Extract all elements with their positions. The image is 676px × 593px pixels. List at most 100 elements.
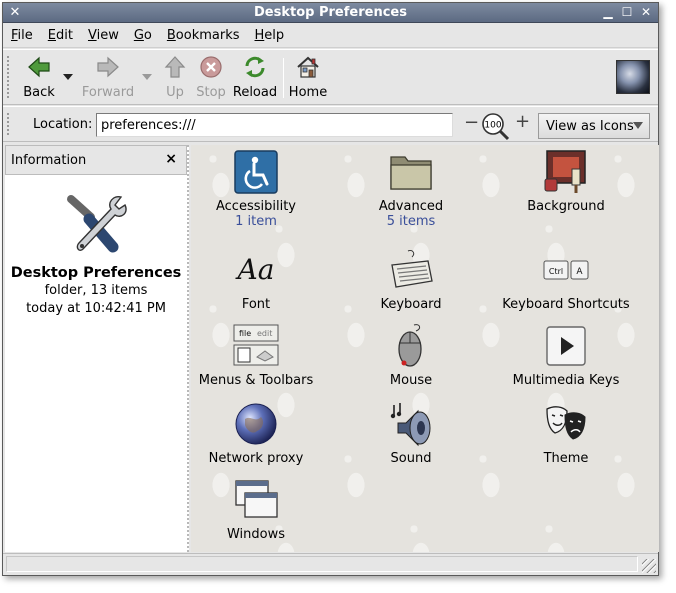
folder-item-count: folder, 13 items <box>44 283 148 298</box>
home-icon <box>297 56 319 78</box>
item-label: Menus & Toolbars <box>198 373 314 388</box>
item-accessibility[interactable]: Accessibility 1 item <box>191 149 331 229</box>
toolbar-separator <box>283 58 284 98</box>
item-windows[interactable]: Windows <box>191 477 331 542</box>
toolbar-handle[interactable] <box>7 56 10 98</box>
stop-icon <box>200 56 222 78</box>
font-icon: Aa <box>235 253 275 286</box>
reload-button[interactable]: Reload <box>232 54 278 100</box>
item-theme[interactable]: Theme <box>491 401 641 466</box>
item-multimedia-keys[interactable]: Multimedia Keys <box>491 323 641 388</box>
status-bar <box>3 553 658 575</box>
item-label: Advanced <box>378 199 444 214</box>
forward-label: Forward <box>81 85 135 100</box>
menu-view[interactable]: View <box>88 28 119 43</box>
status-text-field <box>6 556 638 572</box>
stop-label: Stop <box>196 85 226 100</box>
location-bar: Location: − 100 + View as Icons <box>3 106 658 142</box>
item-background[interactable]: Background <box>491 149 641 214</box>
reload-icon <box>245 56 265 78</box>
item-keyboard[interactable]: Keyboard <box>336 247 486 312</box>
back-label: Back <box>23 85 55 100</box>
item-sublabel: 5 items <box>386 214 436 229</box>
file-manager-window: ✕ Desktop Preferences ▁ ☐ ✕ File Edit Vi… <box>2 2 659 576</box>
sound-icon <box>390 403 431 447</box>
menu-go[interactable]: Go <box>134 28 152 43</box>
zoom-level-text: 100 <box>484 121 501 131</box>
location-input[interactable] <box>96 113 453 137</box>
keyboard-icon <box>391 250 433 288</box>
font-sample-glyph: Aa <box>235 253 275 286</box>
back-button[interactable]: Back <box>17 54 61 100</box>
menu-help[interactable]: Help <box>255 28 285 43</box>
background-icon <box>544 150 586 193</box>
up-arrow-icon <box>164 56 186 78</box>
maximize-icon[interactable]: ☐ <box>619 5 635 20</box>
keyboard-shortcuts-icon: Ctrl A <box>543 260 589 280</box>
home-button[interactable]: Home <box>288 54 328 100</box>
item-menus-toolbars[interactable]: file edit Menus & Toolbars <box>191 323 331 388</box>
toolbar: Back Forward Up Stop Reload Home <box>3 49 658 105</box>
icon-view[interactable]: Accessibility 1 item Advanced 5 items Ba… <box>191 145 659 552</box>
zoom-in-icon[interactable]: + <box>515 113 530 131</box>
zoom-level-icon[interactable]: 100 <box>480 111 510 141</box>
windows-icon <box>235 480 278 518</box>
item-label: Keyboard Shortcuts <box>502 297 630 312</box>
accessibility-icon <box>234 150 278 194</box>
item-label: Keyboard <box>380 297 442 312</box>
a-key-label: A <box>576 267 583 277</box>
window-title: Desktop Preferences <box>254 5 407 20</box>
item-label: Sound <box>390 451 432 466</box>
item-keyboard-shortcuts[interactable]: Ctrl A Keyboard Shortcuts <box>491 247 641 312</box>
zoom-out-icon[interactable]: − <box>464 114 479 132</box>
menus-toolbars-icon: file edit <box>233 324 279 366</box>
item-label: Accessibility <box>216 199 296 214</box>
menu-edit[interactable]: Edit <box>48 28 73 43</box>
up-button[interactable]: Up <box>161 54 189 100</box>
item-label: Background <box>527 199 605 214</box>
item-advanced[interactable]: Advanced 5 items <box>336 149 486 229</box>
item-label: Windows <box>226 527 286 542</box>
sidebar-close-icon[interactable]: × <box>165 151 177 167</box>
back-history-dropdown-icon[interactable] <box>63 74 73 80</box>
view-mode-select[interactable]: View as Icons <box>538 113 650 139</box>
folder-icon <box>390 156 432 190</box>
item-label: Mouse <box>389 373 433 388</box>
location-label: Location: <box>33 117 93 132</box>
folder-name: Desktop Preferences <box>10 265 182 281</box>
mini-menu-edit: edit <box>257 329 272 338</box>
close-icon[interactable]: ✕ <box>638 5 654 20</box>
location-bar-handle[interactable] <box>7 113 10 135</box>
ctrl-key-label: Ctrl <box>549 267 563 276</box>
theme-icon <box>546 406 586 440</box>
stop-button[interactable]: Stop <box>194 54 228 100</box>
home-label: Home <box>288 85 328 100</box>
back-arrow-icon <box>28 56 50 78</box>
mouse-icon <box>398 324 422 367</box>
minimize-icon[interactable]: ▁ <box>600 5 616 20</box>
item-sublabel: 1 item <box>235 214 277 229</box>
item-label: Theme <box>543 451 589 466</box>
mini-menu-file: file <box>239 329 251 338</box>
menu-file[interactable]: File <box>11 28 33 43</box>
item-network-proxy[interactable]: Network proxy <box>191 401 331 466</box>
multimedia-keys-icon <box>546 326 586 366</box>
view-mode-label: View as Icons <box>546 119 634 134</box>
forward-button[interactable]: Forward <box>81 54 135 100</box>
network-proxy-icon <box>235 403 277 445</box>
resize-grip-icon[interactable] <box>642 559 656 573</box>
forward-history-dropdown-icon[interactable] <box>142 74 152 80</box>
menu-bookmarks[interactable]: Bookmarks <box>167 28 240 43</box>
menu-bar: File Edit View Go Bookmarks Help <box>3 24 658 48</box>
item-label: Network proxy <box>208 451 304 466</box>
item-font[interactable]: Aa Font <box>191 247 331 312</box>
title-bar[interactable]: ✕ Desktop Preferences ▁ ☐ ✕ <box>3 3 658 23</box>
item-mouse[interactable]: Mouse <box>336 323 486 388</box>
information-sidebar: Information × Desktop Preferences folder… <box>5 145 189 552</box>
forward-arrow-icon <box>97 56 119 78</box>
sidebar-header[interactable]: Information × <box>5 145 187 175</box>
item-label: Multimedia Keys <box>512 373 620 388</box>
sidebar-title: Information <box>11 153 87 168</box>
item-sound[interactable]: Sound <box>336 401 486 466</box>
chevron-down-icon <box>633 122 643 129</box>
